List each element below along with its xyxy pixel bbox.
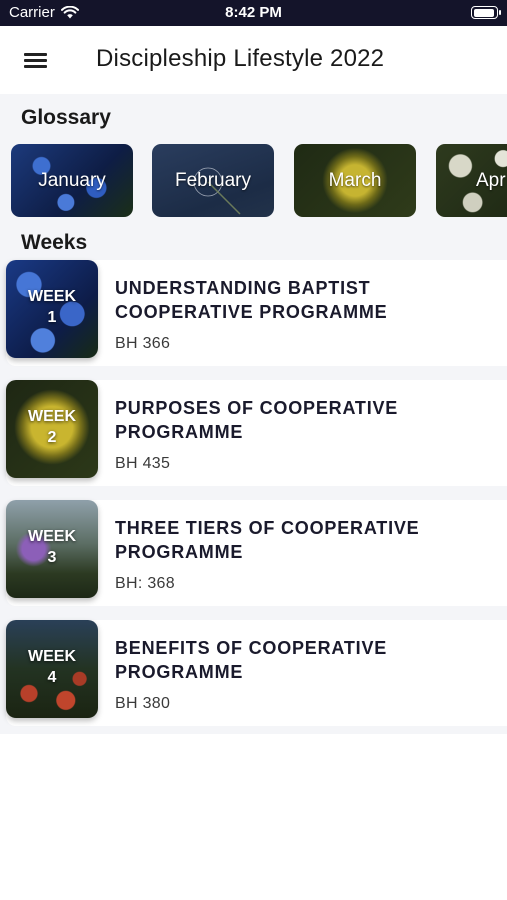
- week-title: UNDERSTANDING BAPTIST COOPERATIVE PROGRA…: [115, 278, 388, 322]
- main-content: Glossary January February March Apr Week…: [0, 94, 507, 734]
- month-label: Apr: [476, 170, 506, 191]
- week-badge-word: WEEK: [28, 648, 76, 665]
- glossary-heading: Glossary: [21, 106, 111, 129]
- month-card-january[interactable]: January: [11, 144, 133, 217]
- status-bar: Carrier 8:42 PM: [0, 0, 507, 26]
- week-badge: WEEK 4: [6, 646, 98, 688]
- week-hymn-reference: BH 435: [115, 455, 171, 472]
- week-card-1[interactable]: WEEK 1 UNDERSTANDING BAPTIST COOPERATIVE…: [6, 260, 507, 366]
- week-badge-number: 2: [47, 429, 57, 446]
- week-badge: WEEK 1: [6, 286, 98, 328]
- page-title: Discipleship Lifestyle 2022: [96, 45, 385, 72]
- month-card-march[interactable]: March: [294, 144, 416, 217]
- week-badge-number: 4: [47, 669, 57, 686]
- glossary-month-carousel[interactable]: January February March Apr: [0, 144, 507, 218]
- week-card-2[interactable]: WEEK 2 PURPOSES OF COOPERATIVE PROGRAMME…: [6, 380, 507, 486]
- week-badge: WEEK 2: [6, 406, 98, 448]
- week-thumbnail: WEEK 1: [6, 260, 98, 358]
- week-thumbnail: WEEK 4: [6, 620, 98, 718]
- month-label: March: [328, 170, 382, 191]
- week-badge-word: WEEK: [28, 528, 76, 545]
- month-label: January: [38, 170, 106, 191]
- week-title: BENEFITS OF COOPERATIVE PROGRAMME: [115, 638, 388, 682]
- week-badge-word: WEEK: [28, 288, 76, 305]
- battery-icon: [471, 6, 501, 19]
- month-card-february[interactable]: February: [152, 144, 274, 217]
- week-thumbnail: WEEK 2: [6, 380, 98, 478]
- week-card-3[interactable]: WEEK 3 THREE TIERS OF COOPERATIVE PROGRA…: [6, 500, 507, 606]
- week-hymn-reference: BH 366: [115, 335, 171, 352]
- week-badge-number: 3: [47, 549, 57, 566]
- week-badge: WEEK 3: [6, 526, 98, 568]
- weeks-heading: Weeks: [21, 231, 88, 254]
- app-header: Discipleship Lifestyle 2022: [0, 26, 507, 94]
- week-title: PURPOSES OF COOPERATIVE PROGRAMME: [115, 398, 399, 442]
- hamburger-menu-icon[interactable]: [24, 50, 48, 70]
- week-card-4[interactable]: WEEK 4 BENEFITS OF COOPERATIVE PROGRAMME…: [6, 620, 507, 726]
- week-hymn-reference: BH: 368: [115, 575, 175, 592]
- week-thumbnail: WEEK 3: [6, 500, 98, 598]
- month-label: February: [174, 170, 252, 191]
- week-badge-number: 1: [47, 309, 57, 326]
- week-title: THREE TIERS OF COOPERATIVE PROGRAMME: [115, 518, 420, 562]
- week-hymn-reference: BH 380: [115, 695, 171, 712]
- week-badge-word: WEEK: [28, 408, 76, 425]
- status-time: 8:42 PM: [225, 4, 282, 21]
- month-card-april[interactable]: Apr: [436, 144, 507, 217]
